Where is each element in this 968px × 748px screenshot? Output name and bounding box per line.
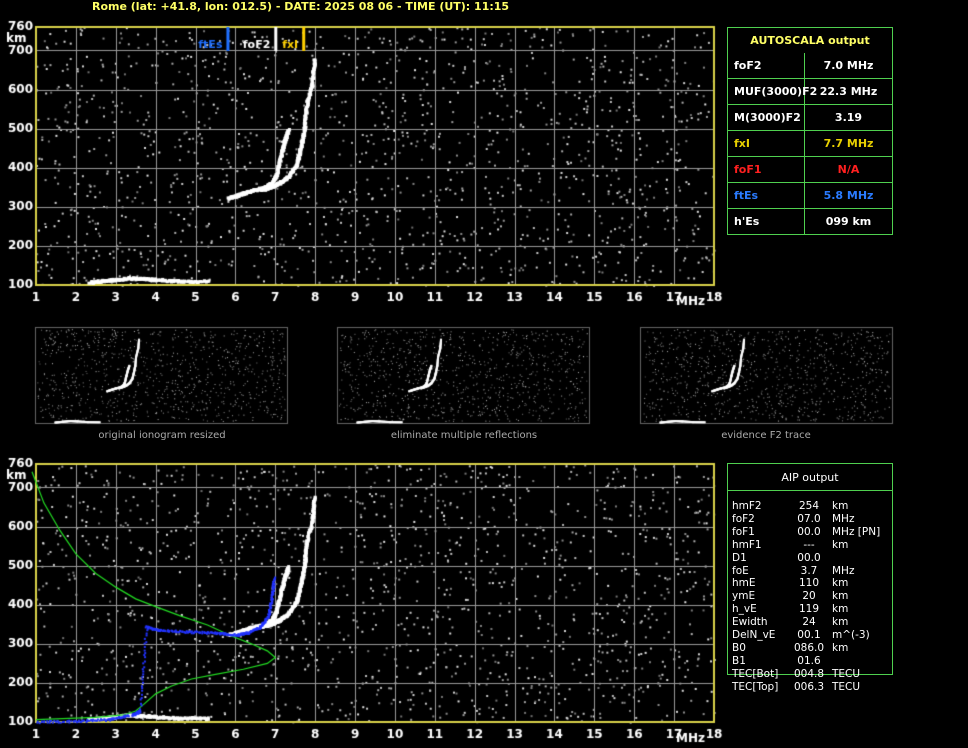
aip-v: 006.3 — [793, 680, 825, 693]
autoscala-label: fxI — [728, 131, 805, 156]
aip-u: MHz — [832, 512, 855, 525]
aip-row: B1 01.6 — [732, 655, 872, 668]
aip-u — [832, 655, 872, 668]
caption-original: original ionogram resized — [98, 430, 226, 441]
aip-k: DelN_vE — [732, 629, 776, 642]
aip-row: foF2 07.0 MHz — [732, 513, 872, 526]
aip-u: km — [832, 538, 849, 551]
autoscala-row: ftEs 5.8 MHz — [728, 182, 892, 208]
autoscala-value: 3.19 — [834, 111, 863, 124]
aip-u: m^(-3) — [832, 629, 870, 642]
aip-k: h_vE — [732, 603, 757, 616]
aip-row: DelN_vE 00.1 m^(-3) — [732, 629, 872, 642]
aip-v: 119 — [798, 603, 820, 616]
page-title: Rome (lat: +41.8, lon: 012.5) - DATE: 20… — [92, 0, 510, 13]
autoscala-label: h'Es — [728, 209, 805, 234]
aip-row: hmF1 --- km — [732, 539, 872, 552]
autoscala-value: 5.8 MHz — [823, 189, 874, 202]
aip-k: TEC[Top] — [732, 680, 779, 693]
aip-row: foE 3.7 MHz — [732, 565, 872, 578]
aip-k: D1 — [732, 551, 747, 564]
aip-k: foE — [732, 564, 749, 577]
aip-k: TEC[Bot] — [732, 667, 779, 680]
aip-u: TECU — [832, 667, 861, 680]
autoscala-value: N/A — [837, 163, 860, 176]
autoscala-row: MUF(3000)F2 22.3 MHz — [728, 78, 892, 104]
aip-row: ymE 20 km — [732, 590, 872, 603]
autoscala-row: h'Es 099 km — [728, 208, 892, 234]
autoscala-row: M(3000)F2 3.19 — [728, 104, 892, 130]
aip-k: hmF1 — [732, 538, 762, 551]
autoscala-label: M(3000)F2 — [728, 105, 805, 130]
aip-k: ymE — [732, 590, 756, 603]
aip-u: km — [832, 616, 849, 629]
aip-v: 00.1 — [797, 629, 821, 642]
autoscala-row: foF1 N/A — [728, 156, 892, 182]
aip-header: AIP output — [728, 464, 892, 491]
aip-row: hmF2 254 km — [732, 500, 872, 513]
aip-v: 3.7 — [800, 564, 818, 577]
aip-k: foF2 — [732, 512, 755, 525]
aip-v: 20 — [802, 590, 816, 603]
autoscala-value: 7.7 MHz — [823, 137, 874, 150]
aip-v: --- — [803, 538, 815, 551]
autoscala-row: foF2 7.0 MHz — [728, 53, 892, 78]
aip-k: B1 — [732, 654, 746, 667]
aip-row: D1 00.0 — [732, 552, 872, 565]
aip-v: 004.8 — [793, 667, 825, 680]
aip-u: km — [832, 577, 849, 590]
aip-u: km — [832, 590, 849, 603]
aip-v: 00.0 — [797, 551, 821, 564]
autoscala-value: 22.3 MHz — [819, 85, 878, 98]
aip-k: B0 — [732, 641, 746, 654]
autoscala-value: 7.0 MHz — [823, 59, 874, 72]
aip-u: TECU — [832, 680, 861, 693]
aip-row: TEC[Top] 006.3 TECU — [732, 681, 872, 694]
aip-v: 01.6 — [797, 654, 821, 667]
aip-table: hmF2 254 km foF2 07.0 MHz foF1 00.0 MHz [PN] hmF1… — [732, 500, 881, 694]
aip-v: 00.0 — [797, 525, 821, 538]
autoscala-label: MUF(3000)F2 — [728, 79, 817, 104]
aip-u: km — [832, 641, 849, 654]
autoscala-value: 099 km — [825, 215, 872, 228]
caption-eliminate: eliminate multiple reflections — [390, 430, 538, 441]
aip-row: h_vE 119 km — [732, 603, 872, 616]
aip-row: hmE 110 km — [732, 577, 872, 590]
autoscala-header: AUTOSCALA output — [750, 34, 870, 47]
aip-u: MHz — [832, 564, 855, 577]
aip-u: km — [832, 603, 849, 616]
caption-evidence: evidence F2 trace — [721, 430, 811, 441]
aip-k: foF1 — [732, 525, 755, 538]
aip-row: foF1 00.0 MHz [PN] — [732, 525, 881, 539]
aip-v: 110 — [798, 577, 820, 590]
aip-v: 086.0 — [793, 641, 825, 654]
aip-row: B0 086.0 km — [732, 642, 872, 655]
aip-v: 254 — [798, 500, 820, 512]
aip-row: TEC[Bot] 004.8 TECU — [732, 668, 872, 681]
aip-u: MHz [PN] — [832, 525, 881, 538]
aip-k: hmF2 — [732, 500, 762, 512]
autoscala-output-panel: AUTOSCALA output foF2 7.0 MHz MUF(3000)F2 2… — [727, 27, 893, 235]
aip-row: Ewidth 24 km — [732, 616, 872, 629]
autoscala-label: foF1 — [728, 157, 805, 182]
autoscala-label: foF2 — [728, 53, 805, 78]
aip-v: 24 — [802, 616, 816, 629]
autoscala-label: ftEs — [728, 183, 805, 208]
aip-u — [832, 552, 872, 565]
aip-k: hmE — [732, 577, 756, 590]
aip-k: Ewidth — [732, 616, 768, 629]
autoscala-row: fxI 7.7 MHz — [728, 130, 892, 156]
aip-v: 07.0 — [797, 512, 821, 525]
aip-u: km — [832, 500, 849, 512]
